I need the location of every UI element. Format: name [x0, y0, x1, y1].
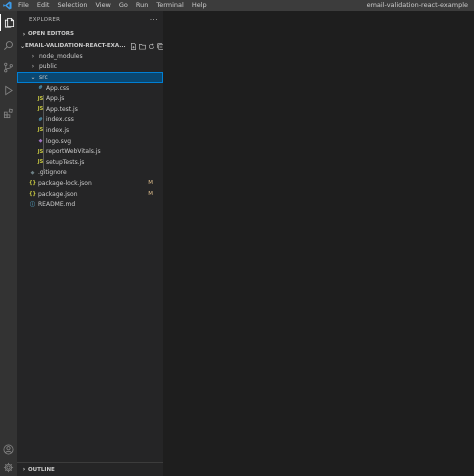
file-label: App.css	[46, 84, 70, 92]
chevron-right-icon: ›	[22, 30, 26, 38]
chevron-right-icon: ›	[31, 63, 35, 71]
menu-run[interactable]: Run	[132, 0, 152, 11]
modified-badge: M	[148, 191, 153, 198]
modified-badge: M	[148, 180, 153, 187]
file-app-css[interactable]: # App.css	[17, 83, 163, 94]
folder-src[interactable]: ⌄ src	[17, 72, 163, 83]
explorer-header: EXPLORER ···	[17, 11, 163, 29]
css-file-icon: #	[38, 85, 43, 92]
indent-guide	[43, 95, 44, 171]
file-label: package.json	[38, 190, 78, 198]
settings-gear-icon[interactable]	[0, 459, 17, 476]
account-icon[interactable]	[0, 441, 17, 458]
chevron-right-icon: ›	[31, 52, 35, 60]
folder-label: public	[39, 63, 58, 71]
editor-area[interactable]	[163, 11, 474, 476]
open-editors-label: OPEN EDITORS	[28, 31, 74, 37]
extensions-icon[interactable]	[0, 105, 17, 122]
menu-selection[interactable]: Selection	[53, 0, 91, 11]
json-file-icon: {}	[29, 191, 37, 198]
menu-terminal[interactable]: Terminal	[152, 0, 187, 11]
menu-help[interactable]: Help	[188, 0, 211, 11]
title-bar: File Edit Selection View Go Run Terminal…	[0, 0, 474, 11]
new-folder-icon[interactable]	[138, 43, 146, 50]
file-label: README.md	[38, 201, 76, 209]
file-label: App.js	[46, 95, 65, 103]
new-file-icon[interactable]	[130, 42, 137, 50]
vscode-logo-icon	[0, 0, 14, 11]
menu-go[interactable]: Go	[115, 0, 132, 11]
menu-view[interactable]: View	[91, 0, 114, 11]
file-label: package-lock.json	[38, 179, 92, 187]
chevron-right-icon: ›	[22, 466, 26, 473]
search-icon[interactable]	[0, 37, 17, 54]
folder-public[interactable]: › public	[17, 62, 163, 73]
explorer-sidebar: EXPLORER ··· › OPEN EDITORS ⌄ EMAIL-VALI…	[17, 11, 164, 476]
run-debug-icon[interactable]	[0, 82, 17, 99]
file-label: reportWebVitals.js	[46, 148, 101, 156]
file-label: setupTests.js	[46, 158, 85, 166]
file-tree: › node_modules › public ⌄ src # App.css …	[17, 51, 163, 210]
file-label: index.js	[46, 126, 70, 134]
info-file-icon: ⓘ	[29, 202, 35, 209]
file-index-js[interactable]: JS index.js	[17, 125, 163, 136]
file-index-css[interactable]: # index.css	[17, 115, 163, 126]
outline-section[interactable]: › OUTLINE	[17, 462, 163, 476]
file-label: logo.svg	[46, 137, 72, 145]
open-editors-section[interactable]: › OPEN EDITORS	[17, 29, 163, 39]
more-actions-icon[interactable]: ···	[150, 16, 158, 24]
menu-bar: File Edit Selection View Go Run Terminal…	[14, 0, 211, 11]
file-package-json[interactable]: {} package.json M	[17, 189, 163, 200]
file-label: index.css	[46, 116, 74, 124]
file-label: App.test.js	[46, 105, 78, 113]
files-icon[interactable]	[0, 14, 17, 31]
menu-file[interactable]: File	[14, 0, 33, 11]
folder-label: src	[39, 73, 48, 81]
chevron-down-icon: ⌄	[30, 73, 36, 81]
menu-edit[interactable]: Edit	[33, 0, 54, 11]
git-file-icon: ◆	[30, 169, 35, 176]
project-folder-header[interactable]: ⌄ EMAIL-VALIDATION-REACT-EXA...	[17, 41, 164, 51]
project-name: EMAIL-VALIDATION-REACT-EXA...	[25, 43, 126, 49]
file-readme-md[interactable]: ⓘ README.md	[17, 199, 163, 210]
window-title: email-validation-react-example	[366, 1, 468, 9]
activity-bar	[0, 11, 17, 476]
file-app-test-js[interactable]: JS App.test.js	[17, 104, 163, 115]
source-control-icon[interactable]	[0, 59, 17, 76]
file-setup-tests-js[interactable]: JS setupTests.js	[17, 157, 163, 168]
file-package-lock-json[interactable]: {} package-lock.json M	[17, 178, 163, 189]
file-logo-svg[interactable]: ◆ logo.svg	[17, 136, 163, 147]
explorer-title: EXPLORER	[29, 17, 61, 23]
json-file-icon: {}	[29, 180, 37, 187]
file-report-web-vitals-js[interactable]: JS reportWebVitals.js	[17, 146, 163, 157]
folder-label: node_modules	[39, 52, 83, 60]
folder-node-modules[interactable]: › node_modules	[17, 51, 163, 62]
refresh-icon[interactable]	[148, 43, 155, 50]
file-gitignore[interactable]: ◆ .gitignore	[17, 168, 163, 179]
outline-label: OUTLINE	[28, 466, 55, 473]
file-app-js[interactable]: JS App.js	[17, 93, 163, 104]
